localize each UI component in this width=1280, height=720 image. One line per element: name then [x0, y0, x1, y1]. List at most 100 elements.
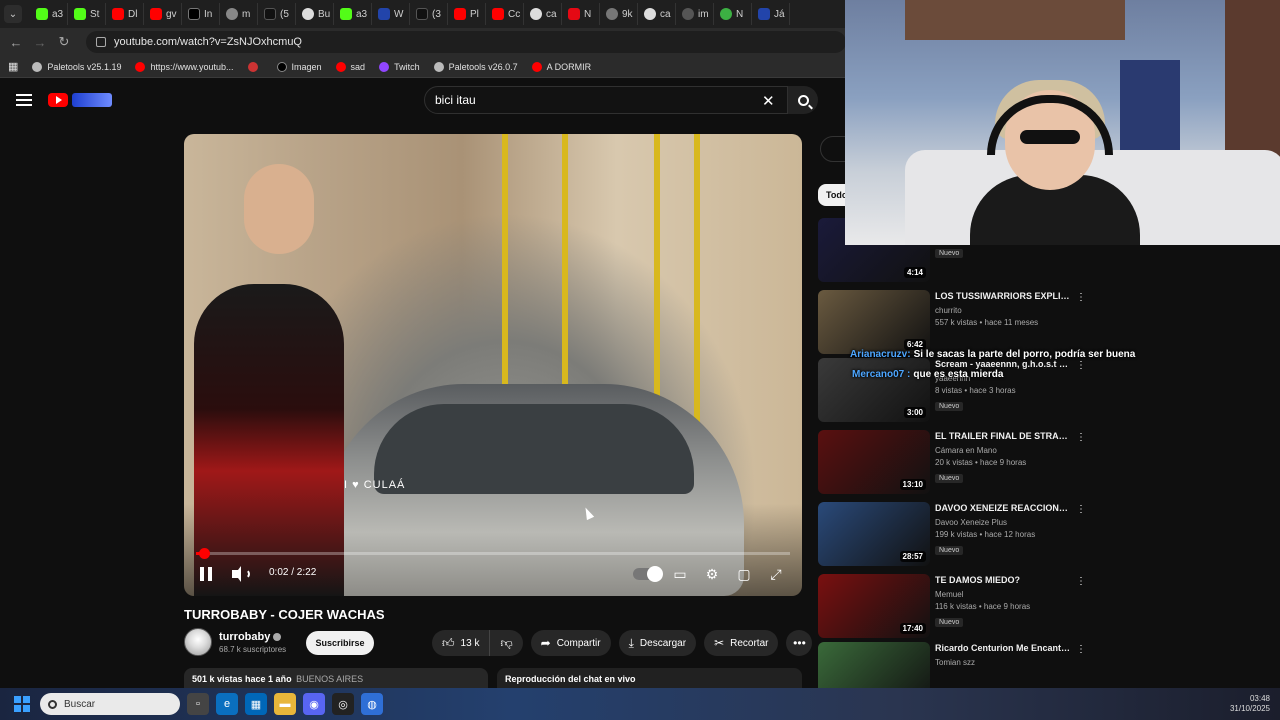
- browser-tab[interactable]: a3: [334, 3, 372, 25]
- recommendation-channel[interactable]: Cámara en Mano: [935, 446, 1071, 455]
- browser-tab[interactable]: N: [562, 3, 600, 25]
- like-button[interactable]: 👍︎ 13 k: [432, 630, 491, 656]
- bookmark[interactable]: Twitch: [379, 61, 420, 72]
- recommendation-item[interactable]: 13:10 EL TRAILER FINAL DE STRANGER THINGS…: [818, 430, 1086, 496]
- settings-gear-icon[interactable]: ⚙: [696, 563, 728, 585]
- task-view-icon[interactable]: ▫: [187, 693, 209, 715]
- tab-search-menu-icon[interactable]: ⌄: [4, 5, 22, 23]
- recommendation-title[interactable]: Ricardo Centurion Me Encanta Salir de No…: [935, 642, 1071, 655]
- browser-tab[interactable]: ca: [638, 3, 676, 25]
- discord-icon[interactable]: ◉: [303, 693, 325, 715]
- recommendation-channel[interactable]: Tomian szz: [935, 658, 1071, 667]
- autoplay-toggle[interactable]: [632, 563, 664, 585]
- recommendation-item[interactable]: 3:00 Scream - yaaeennn, g.h.o.s.t (Visual…: [818, 358, 1086, 424]
- browser-tab[interactable]: In: [182, 3, 220, 25]
- youtube-logo[interactable]: [48, 93, 112, 107]
- recommendation-title[interactable]: LOS TUSSIWARRIORS EXPLICAN EL SIGNIFICAD…: [935, 290, 1071, 303]
- channel-avatar[interactable]: [184, 628, 212, 656]
- search-button[interactable]: [788, 86, 818, 114]
- more-options-icon[interactable]: ⋮: [1076, 576, 1086, 587]
- share-button[interactable]: ➦ Compartir: [530, 630, 611, 656]
- subtitles-icon[interactable]: ▭: [664, 563, 696, 585]
- search-input[interactable]: bici itau: [424, 86, 788, 114]
- recommendation-item[interactable]: 28:57 DAVOO XENEIZE REACCIONA AL MEJOR 11…: [818, 502, 1086, 568]
- download-button[interactable]: ⤓ Descargar: [618, 630, 697, 656]
- back-arrow-icon[interactable]: ←: [4, 35, 28, 50]
- subscribe-button[interactable]: Suscribirse: [306, 631, 374, 655]
- video-thumbnail[interactable]: 6:42: [818, 290, 930, 354]
- fullscreen-icon[interactable]: ⤢: [760, 563, 792, 585]
- recommendation-title[interactable]: TE DAMOS MIEDO?: [935, 574, 1071, 587]
- volume-icon[interactable]: [232, 566, 250, 582]
- video-thumbnail[interactable]: 28:57: [818, 502, 930, 566]
- video-thumbnail[interactable]: 13:10: [818, 430, 930, 494]
- browser-tab[interactable]: Já: [752, 3, 790, 25]
- chrome-icon[interactable]: ◍: [361, 693, 383, 715]
- recommendation-channel[interactable]: Memuel: [935, 590, 1071, 599]
- folder-icon[interactable]: ▬: [274, 693, 296, 715]
- browser-tab[interactable]: (3: [410, 3, 448, 25]
- site-info-icon[interactable]: [96, 37, 106, 47]
- video-thumbnail[interactable]: 17:40: [818, 574, 930, 638]
- windows-start-icon[interactable]: [14, 696, 30, 712]
- recommendation-item[interactable]: 17:40 TE DAMOS MIEDO? Memuel 116 k vistas •…: [818, 574, 1086, 640]
- browser-tab[interactable]: (5: [258, 3, 296, 25]
- browser-tab[interactable]: Cc: [486, 3, 524, 25]
- theater-mode-icon[interactable]: ▢: [728, 563, 760, 585]
- recommendation-channel[interactable]: Davoo Xeneize Plus: [935, 518, 1071, 527]
- more-options-icon[interactable]: ⋮: [1076, 432, 1086, 443]
- obs-icon[interactable]: ◎: [332, 693, 354, 715]
- bookmark[interactable]: sad: [335, 61, 365, 72]
- browser-tab[interactable]: Bu: [296, 3, 334, 25]
- forward-arrow-icon[interactable]: →: [28, 35, 52, 50]
- recommendation-channel[interactable]: churrito: [935, 306, 1071, 315]
- video-player[interactable]: I ♥ CULAÁ 0:02 / 2:22 ▭ ⚙ ▢ ⤢: [184, 134, 802, 596]
- taskbar-search[interactable]: Buscar: [40, 693, 180, 715]
- progress-scrubber[interactable]: [199, 548, 211, 559]
- bookmark[interactable]: Paletools v25.1.19: [32, 61, 121, 72]
- recommendation-title[interactable]: EL TRAILER FINAL DE STRANGER THINGS OCUL…: [935, 430, 1071, 443]
- bookmark[interactable]: Paletools v26.0.7: [433, 61, 518, 72]
- edge-icon[interactable]: e: [216, 693, 238, 715]
- url-field[interactable]: youtube.com/watch?v=ZsNJOxhcmuQ: [86, 31, 846, 53]
- browser-tab[interactable]: St: [68, 3, 106, 25]
- player-right-controls: ▭ ⚙ ▢ ⤢: [632, 563, 792, 585]
- browser-tab[interactable]: gv: [144, 3, 182, 25]
- x-icon: [188, 8, 200, 20]
- more-options-icon[interactable]: ⋮: [1076, 504, 1086, 515]
- browser-tab[interactable]: im: [676, 3, 714, 25]
- more-options-icon[interactable]: ⋮: [1076, 644, 1086, 655]
- more-options-icon[interactable]: ⋮: [1076, 360, 1086, 371]
- channel-name[interactable]: turrobaby: [219, 631, 286, 643]
- video-thumbnail[interactable]: 3:00: [818, 358, 930, 422]
- recommendation-meta: EL TRAILER FINAL DE STRANGER THINGS OCUL…: [935, 430, 1071, 485]
- browser-tab[interactable]: W: [372, 3, 410, 25]
- browser-tab[interactable]: m: [220, 3, 258, 25]
- progress-bar[interactable]: [196, 548, 790, 559]
- bookmark[interactable]: https://www.youtub...: [135, 61, 234, 72]
- recommendation-meta: Scream - yaaeennn, g.h.o.s.t (Visualizer…: [935, 358, 1071, 413]
- browser-tab[interactable]: a3: [30, 3, 68, 25]
- bookmark[interactable]: Imagen: [276, 61, 322, 72]
- menu-icon[interactable]: [16, 94, 32, 106]
- browser-tab[interactable]: Dl: [106, 3, 144, 25]
- pause-icon[interactable]: [200, 567, 212, 581]
- system-clock[interactable]: 03:48 31/10/2025: [1230, 694, 1270, 714]
- browser-tab[interactable]: N: [714, 3, 752, 25]
- apps-grid-icon[interactable]: ▦: [8, 60, 18, 73]
- browser-tab[interactable]: Pl: [448, 3, 486, 25]
- more-actions-icon[interactable]: •••: [786, 630, 813, 656]
- recommendation-title[interactable]: DAVOO XENEIZE REACCIONA AL MEJOR 11 HIST…: [935, 502, 1071, 515]
- browser-tab[interactable]: ca: [524, 3, 562, 25]
- recommendation-item[interactable]: 6:42 LOS TUSSIWARRIORS EXPLICAN EL SIGNIF…: [818, 290, 1086, 356]
- webcam-overlay: [845, 0, 1280, 245]
- reload-icon[interactable]: ↻: [52, 34, 76, 50]
- site-icon: [720, 8, 732, 20]
- bookmark[interactable]: A DORMIR: [531, 61, 591, 72]
- dislike-button[interactable]: 👎︎: [490, 630, 522, 656]
- clip-button[interactable]: ✂ Recortar: [704, 630, 779, 656]
- clear-search-icon[interactable]: ✕: [762, 92, 775, 110]
- store-icon[interactable]: ▦: [245, 693, 267, 715]
- browser-tab[interactable]: 9k: [600, 3, 638, 25]
- more-options-icon[interactable]: ⋮: [1076, 292, 1086, 303]
